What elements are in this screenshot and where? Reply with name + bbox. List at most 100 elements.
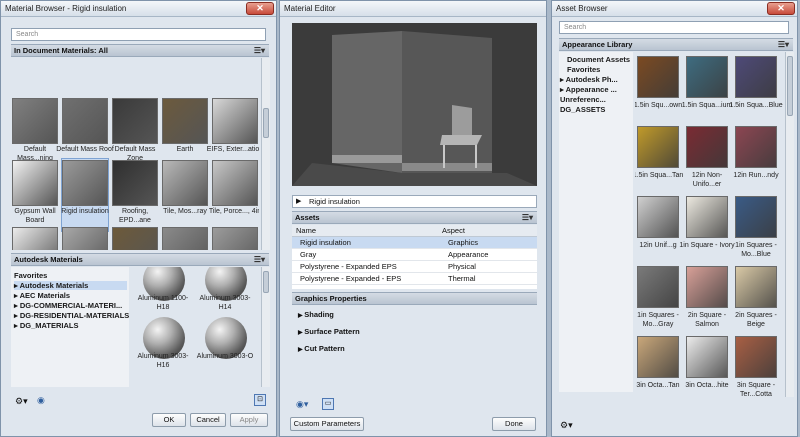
ok-button[interactable]: OK <box>152 413 186 427</box>
asset-label[interactable]: 3in Square - Ter...Cotta <box>727 382 785 397</box>
cancel-button[interactable]: Cancel <box>190 413 226 427</box>
table-row[interactable]: Gray Appearance <box>292 249 537 261</box>
material-swatch[interactable] <box>112 227 158 250</box>
table-row[interactable]: Rigid insulation Graphics <box>292 237 537 249</box>
asset-swatch[interactable] <box>686 126 728 168</box>
material-swatch[interactable] <box>62 160 108 206</box>
scrollbar-thumb[interactable] <box>263 271 269 293</box>
tree-item-label: Favorites <box>14 271 48 280</box>
material-swatch[interactable] <box>162 227 208 250</box>
library-scrollbar[interactable] <box>261 267 270 387</box>
expand-arrow-icon[interactable]: ▶ <box>296 197 301 207</box>
done-button[interactable]: Done <box>492 417 536 431</box>
asset-name: Polystyrene - Expanded EPS <box>300 262 397 271</box>
asset-swatch[interactable] <box>686 196 728 238</box>
material-swatch[interactable] <box>12 160 58 206</box>
list-view-icon[interactable]: ☰▾ <box>522 212 533 223</box>
material-swatch[interactable] <box>212 98 258 144</box>
asset-grid-scrollbar[interactable] <box>785 52 794 397</box>
material-grid-scrollbar[interactable] <box>261 58 270 250</box>
custom-parameters-button[interactable]: Custom Parameters <box>290 417 364 431</box>
material-swatch[interactable] <box>12 98 58 144</box>
property-group[interactable]: ▶ Surface Pattern <box>298 327 360 336</box>
asset-swatch[interactable] <box>686 266 728 308</box>
tree-item[interactable]: Unreferenc... <box>560 95 606 104</box>
asset-browser-window: Asset Browser ✕ Search Appearance Librar… <box>551 0 798 437</box>
asset-swatch[interactable] <box>686 56 728 98</box>
tree-item[interactable]: ▸ DG-RESIDENTIAL-MATERIALS <box>14 311 129 320</box>
library-globe-icon[interactable]: ◉ <box>37 395 45 405</box>
tree-item[interactable]: ▸ DG_MATERIALS <box>14 321 78 330</box>
material-swatch[interactable] <box>112 160 158 206</box>
material-swatch[interactable] <box>162 98 208 144</box>
close-button[interactable]: ✕ <box>767 2 795 15</box>
material-label[interactable]: Tile, Porce..., 4in <box>206 208 259 217</box>
tree-item[interactable]: ▸ Appearance ... <box>560 85 617 94</box>
library-item-label[interactable]: Aluminum 3003-O <box>196 353 254 362</box>
library-item-label[interactable]: Aluminum 3003-H16 <box>134 353 192 370</box>
scrollbar-thumb[interactable] <box>263 108 269 138</box>
material-swatch[interactable] <box>62 98 108 144</box>
asset-swatch[interactable] <box>735 336 777 378</box>
tree-item[interactable]: ▸ Autodesk Materials <box>14 281 127 290</box>
graphics-property-list: ▶ Shading ▶ Surface Pattern ▶ Cut Pattern <box>292 306 537 401</box>
property-label: Cut Pattern <box>304 344 345 353</box>
asset-swatch[interactable] <box>637 196 679 238</box>
asset-label[interactable]: 2in Squares - Beige <box>727 312 785 329</box>
material-name: Rigid insulation <box>309 197 360 206</box>
add-asset-icon[interactable]: ◉▾ <box>296 399 308 409</box>
tree-item-label: Favorites <box>567 65 601 74</box>
list-view-icon[interactable]: ☰▾ <box>254 254 265 265</box>
property-group[interactable]: ▶ Shading <box>298 310 334 319</box>
library-item-label[interactable]: Aluminum 1100-H18 <box>134 295 192 312</box>
asset-swatch[interactable] <box>637 336 679 378</box>
column-name: Name <box>296 226 317 235</box>
asset-swatch[interactable] <box>686 336 728 378</box>
asset-swatch[interactable] <box>637 266 679 308</box>
asset-swatch[interactable] <box>637 56 679 98</box>
search-input[interactable]: Search <box>11 28 266 41</box>
table-row[interactable]: Polystyrene - Expanded - EPS Thermal <box>292 273 537 285</box>
tree-item[interactable]: Favorites <box>567 65 600 74</box>
material-swatch[interactable] <box>162 160 208 206</box>
table-row[interactable]: Polystyrene - Expanded EPS Physical <box>292 261 537 273</box>
asset-swatch[interactable] <box>637 126 679 168</box>
tree-item[interactable]: ▸ AEC Materials <box>14 291 70 300</box>
material-swatch[interactable] <box>212 227 258 250</box>
tree-item[interactable]: Document Assets <box>567 55 630 64</box>
search-input[interactable]: Search <box>559 21 789 34</box>
section-title: Appearance Library <box>562 40 633 49</box>
close-button[interactable]: ✕ <box>246 2 274 15</box>
scrollbar-thumb[interactable] <box>787 56 793 116</box>
material-swatch[interactable] <box>62 227 108 250</box>
tree-item[interactable]: ▸ DG-COMMERCIAL-MATERI... <box>14 301 122 310</box>
material-name-row[interactable]: ▶ Rigid insulation <box>292 195 537 208</box>
material-swatch[interactable] <box>12 227 58 250</box>
asset-swatch[interactable] <box>735 196 777 238</box>
material-browser-title: Material Browser - Rigid insulation <box>5 4 127 13</box>
list-view-icon[interactable]: ☰▾ <box>254 45 265 56</box>
list-view-icon[interactable]: ☰▾ <box>778 39 789 50</box>
asset-label[interactable]: 1.5in Squa...Blue <box>727 102 785 111</box>
toggle-panel-icon[interactable]: ▭ <box>322 398 334 410</box>
property-group[interactable]: ▶ Cut Pattern <box>298 344 345 353</box>
material-swatch[interactable] <box>212 160 258 206</box>
asset-swatch[interactable] <box>735 56 777 98</box>
toggle-panel-icon[interactable]: ⊡ <box>254 394 266 406</box>
asset-swatch[interactable] <box>735 266 777 308</box>
material-swatch[interactable] <box>112 98 158 144</box>
tree-item[interactable]: Favorites <box>14 271 47 280</box>
apply-button[interactable]: Apply <box>230 413 268 427</box>
in-document-materials-header: In Document Materials: All ☰▾ <box>11 44 269 57</box>
asset-label[interactable]: 12in Run...ndy <box>727 172 785 181</box>
library-item-label[interactable]: Aluminum 3003-H14 <box>196 295 254 312</box>
gear-icon[interactable]: ⚙▾ <box>560 420 573 430</box>
asset-label[interactable]: 1in Squares - Mo...Blue <box>727 242 785 259</box>
material-label[interactable]: EIFS, Exter...ation <box>206 146 259 155</box>
tree-item[interactable]: ▸ Autodesk Ph... <box>560 75 618 84</box>
gear-icon[interactable]: ⚙▾ <box>15 396 28 406</box>
asset-tree: Document Assets Favorites ▸ Autodesk Ph...… <box>559 52 633 392</box>
asset-swatch[interactable] <box>735 126 777 168</box>
material-editor-title: Material Editor <box>284 4 336 13</box>
tree-item[interactable]: DG_ASSETS <box>560 105 605 114</box>
